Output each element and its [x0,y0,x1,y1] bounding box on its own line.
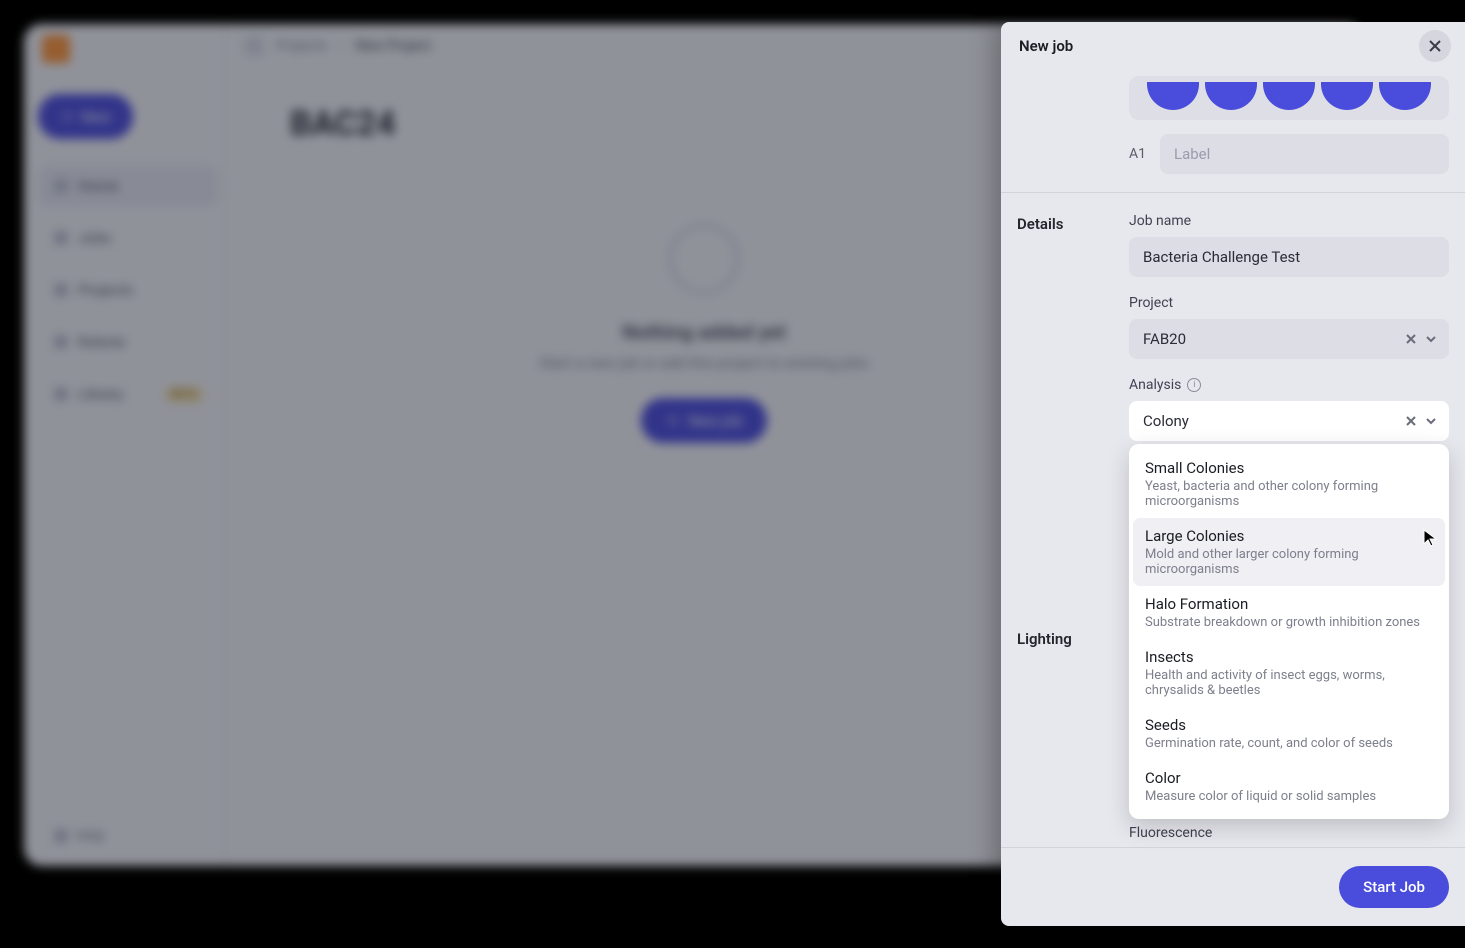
section-lighting-label: Lighting [1017,630,1111,648]
info-icon[interactable]: i [1187,378,1201,392]
analysis-value: Colony [1143,412,1189,430]
clear-icon[interactable] [1403,331,1419,347]
project-value: FAB20 [1143,330,1186,348]
well [1321,82,1373,110]
close-icon [1428,39,1442,53]
well [1379,82,1431,110]
well-code: A1 [1129,146,1146,162]
analysis-option-small-colonies[interactable]: Small Colonies Yeast, bacteria and other… [1133,450,1445,518]
section-details-label: Details [1017,213,1111,441]
analysis-option-large-colonies[interactable]: Large Colonies Mold and other larger col… [1133,518,1445,586]
clear-icon[interactable] [1403,413,1419,429]
analysis-option-seeds[interactable]: Seeds Germination rate, count, and color… [1133,707,1445,760]
wells-preview [1129,76,1449,120]
analysis-dropdown: Small Colonies Yeast, bacteria and other… [1129,444,1449,819]
close-button[interactable] [1419,30,1451,62]
analysis-label: Analysis i [1129,377,1449,393]
new-job-drawer: New job A1 Details [1001,22,1465,926]
well [1263,82,1315,110]
well-label-input[interactable] [1160,134,1449,174]
well [1205,82,1257,110]
analysis-option-halo-formation[interactable]: Halo Formation Substrate breakdown or gr… [1133,586,1445,639]
drawer-title: New job [1019,37,1073,55]
analysis-select[interactable]: Colony [1129,401,1449,441]
job-name-input[interactable] [1129,237,1449,277]
start-job-button[interactable]: Start Job [1339,866,1449,908]
analysis-option-insects[interactable]: Insects Health and activity of insect eg… [1133,639,1445,707]
project-label: Project [1129,295,1449,311]
analysis-option-color[interactable]: Color Measure color of liquid or solid s… [1133,760,1445,813]
fluorescence-label: Fluorescence [1129,825,1212,841]
project-select[interactable]: FAB20 [1129,319,1449,359]
well [1147,82,1199,110]
chevron-down-icon [1423,413,1439,429]
job-name-label: Job name [1129,213,1449,229]
chevron-down-icon [1423,331,1439,347]
